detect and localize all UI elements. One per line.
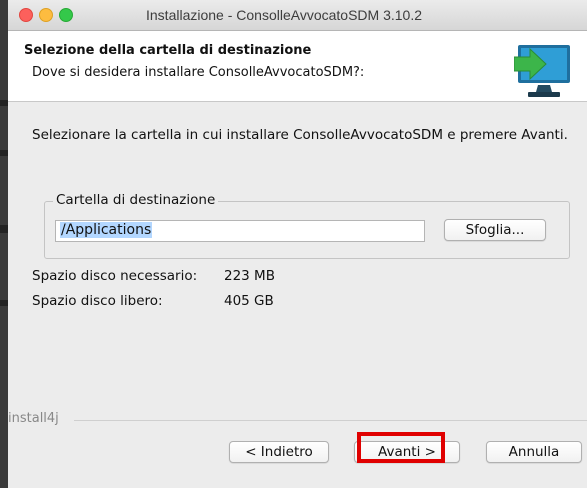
installer-window: Installazione - ConsolleAvvocatoSDM 3.10… — [8, 0, 587, 488]
background-edge-mark — [0, 100, 8, 106]
destination-path-input[interactable]: /Applications — [55, 220, 425, 242]
background-edge-mark — [0, 150, 8, 156]
zoom-window-button[interactable] — [59, 8, 73, 22]
step-title: Selezione della cartella di destinazione — [24, 43, 312, 58]
destination-folder-group: Cartella di destinazione /Applications S… — [44, 192, 570, 259]
minimize-window-button[interactable] — [39, 8, 53, 22]
background-desktop-strip — [0, 0, 8, 488]
instruction-text: Selezionare la cartella in cui installar… — [32, 127, 568, 143]
cancel-button[interactable]: Annulla — [486, 441, 582, 463]
background-edge-mark — [0, 300, 8, 306]
next-button[interactable]: Avanti > — [354, 441, 460, 463]
disk-free-label: Spazio disco libero: — [32, 293, 163, 309]
install4j-brand: install4j — [8, 411, 59, 426]
back-button[interactable]: < Indietro — [229, 441, 329, 463]
disk-required-value: 223 MB — [224, 268, 275, 284]
browse-button[interactable]: Sfoglia... — [444, 219, 546, 241]
selected-path-text: /Applications — [60, 222, 153, 238]
wizard-header: Selezione della cartella di destinazione… — [8, 31, 587, 102]
destination-group-label: Cartella di destinazione — [53, 192, 219, 208]
window-title: Installazione - ConsolleAvvocatoSDM 3.10… — [146, 7, 423, 23]
background-edge-mark — [0, 225, 8, 233]
close-window-button[interactable] — [19, 8, 33, 22]
title-bar[interactable]: Installazione - ConsolleAvvocatoSDM 3.10… — [8, 0, 587, 31]
monitor-install-icon — [514, 45, 570, 97]
footer-divider — [74, 420, 587, 421]
step-subtitle: Dove si desidera installare ConsolleAvvo… — [32, 65, 365, 80]
disk-free-value: 405 GB — [224, 293, 274, 309]
disk-required-label: Spazio disco necessario: — [32, 268, 198, 284]
